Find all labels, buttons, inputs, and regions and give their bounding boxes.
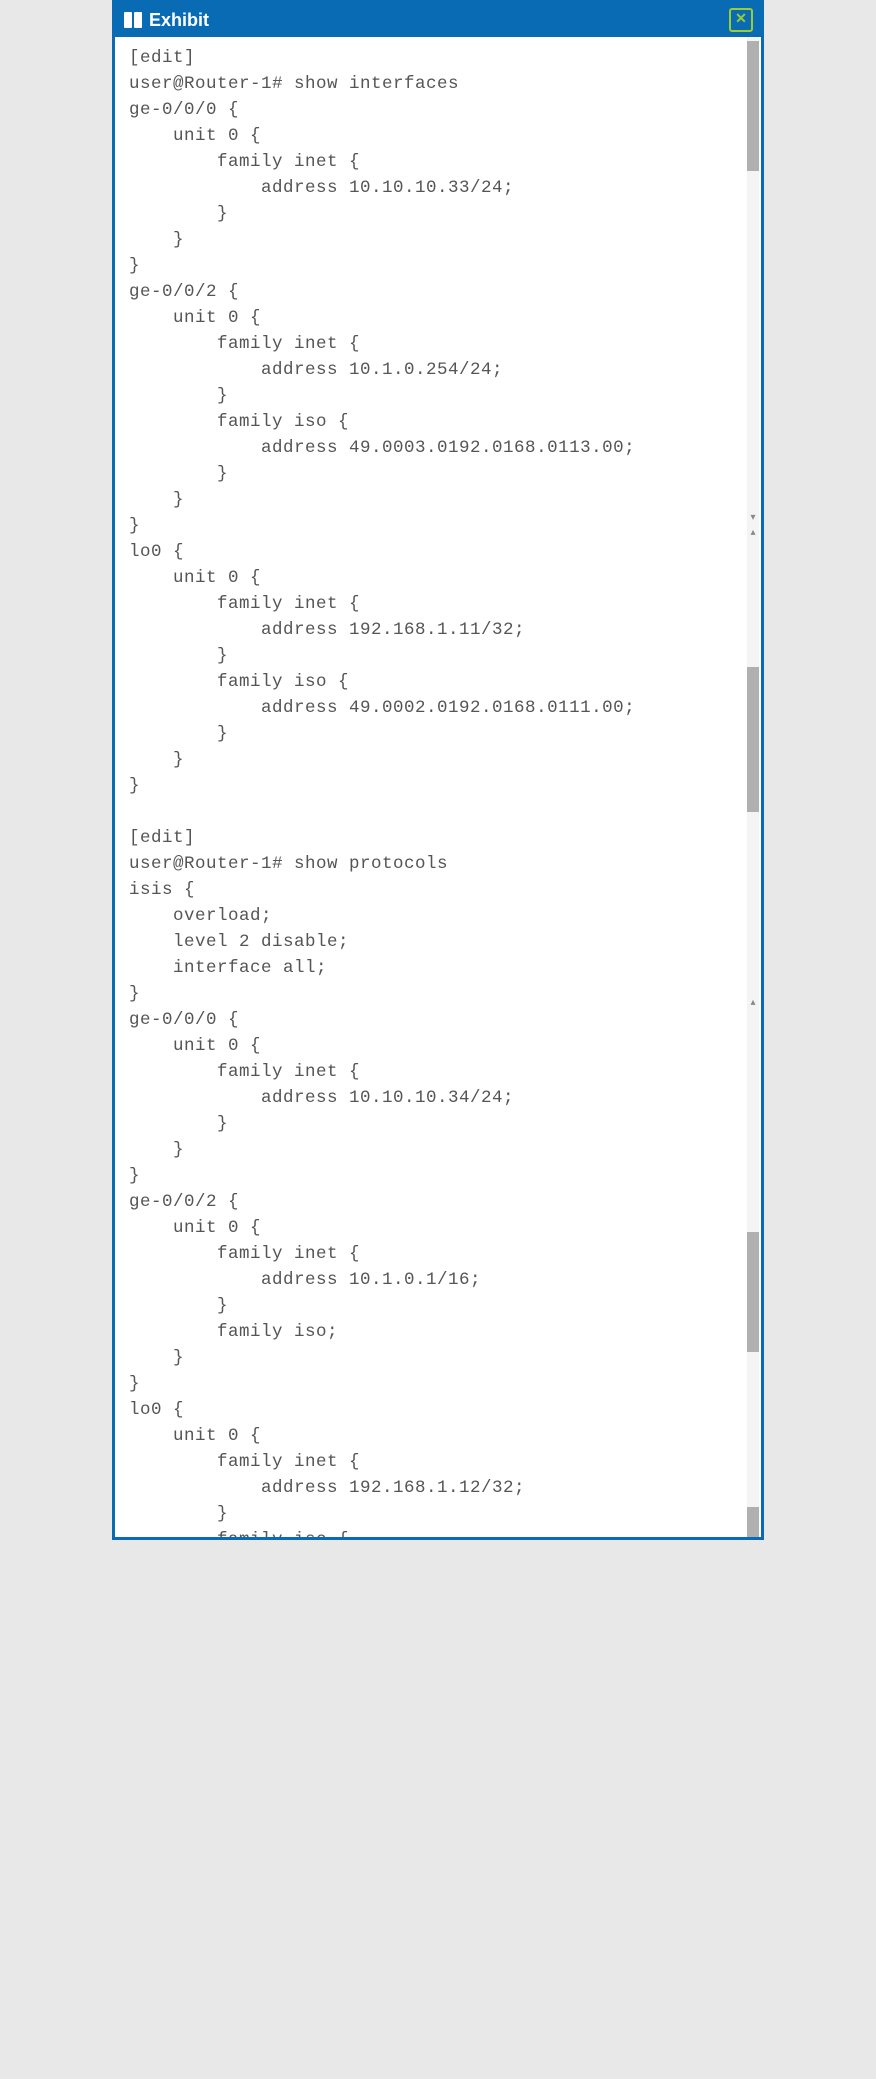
scroll-thumb[interactable] <box>747 667 759 812</box>
scrollbar[interactable]: ▾ ▴ ▴ <box>747 37 759 1537</box>
exhibit-icon <box>123 11 143 29</box>
content-area: [edit] user@Router-1# show interfaces ge… <box>115 37 761 1537</box>
titlebar: Exhibit ✕ <box>115 3 761 37</box>
scroll-expand-icon[interactable]: ▴ <box>747 997 759 1009</box>
scroll-collapse-icon[interactable]: ▾ <box>747 512 759 524</box>
terminal-output[interactable]: [edit] user@Router-1# show interfaces ge… <box>115 37 761 1537</box>
scroll-thumb[interactable] <box>747 1507 759 1537</box>
window-title: Exhibit <box>149 10 209 31</box>
close-button[interactable]: ✕ <box>729 8 753 32</box>
scroll-thumb[interactable] <box>747 1232 759 1352</box>
scroll-thumb[interactable] <box>747 41 759 171</box>
exhibit-window: Exhibit ✕ [edit] user@Router-1# show int… <box>112 0 764 1540</box>
scroll-expand-icon[interactable]: ▴ <box>747 527 759 539</box>
